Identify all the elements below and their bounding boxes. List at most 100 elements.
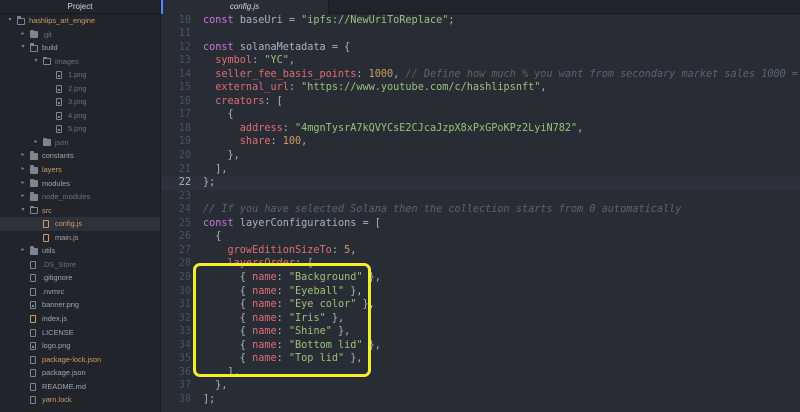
code-line[interactable]: 36 ],	[161, 366, 800, 380]
tree-item-label: .gitignore	[42, 273, 73, 283]
chevron-down-icon[interactable]: ▾	[6, 14, 14, 28]
folder-icon	[30, 246, 38, 255]
code-token: "https://www.youtube.com/c/hashlipsnft"	[301, 82, 541, 94]
code-token: ],	[203, 163, 228, 175]
tree-item[interactable]: ▾ images	[0, 55, 160, 69]
code-line[interactable]: 24 // If you have selected Solana then th…	[161, 203, 800, 217]
code-token: "Top lid"	[288, 353, 345, 365]
tree-item[interactable]: ▸ json	[0, 136, 160, 150]
code-token: },	[325, 312, 345, 324]
tree-item[interactable]: LICENSE	[0, 326, 160, 340]
code-line[interactable]: 38];	[161, 393, 800, 407]
code-line[interactable]: 29 { name: "Background" },	[161, 271, 800, 285]
code-line[interactable]: 17 {	[161, 108, 800, 122]
code-line[interactable]: 28 layersOrder: [	[161, 257, 800, 271]
code-line[interactable]: 33 { name: "Shine" },	[161, 325, 800, 339]
line-number: 26	[178, 231, 191, 243]
code-line[interactable]: 16 creators: [	[161, 95, 800, 109]
tree-item[interactable]: yarn.lock	[0, 393, 160, 407]
line-number: 13	[178, 55, 191, 67]
code-line[interactable]: 15 external_url: "https://www.youtube.co…	[161, 81, 800, 95]
chevron-down-icon[interactable]: ▾	[19, 41, 27, 55]
code-line[interactable]: 10 const baseUri = "ipfs://NewUriToReplac…	[161, 14, 800, 28]
chevron-right-icon[interactable]: ▸	[19, 177, 27, 191]
tree-item[interactable]: banner.png	[0, 298, 160, 312]
code-token: name	[252, 353, 277, 365]
tree-item[interactable]: ▾ src	[0, 204, 160, 218]
code-token: :	[276, 326, 289, 338]
code-line[interactable]: 35 { name: "Top lid" },	[161, 352, 800, 366]
tree-item[interactable]: ▸ constants	[0, 149, 160, 163]
code-line[interactable]: 22};	[161, 176, 800, 191]
code-line[interactable]: 30 { name: "Eyeball" },	[161, 285, 800, 299]
code-line[interactable]: 20 },	[161, 149, 800, 163]
chevron-right-icon[interactable]: ▸	[19, 244, 27, 258]
tree-item[interactable]: ▸ node_modules	[0, 190, 160, 204]
code-line[interactable]: 19 share: 100,	[161, 135, 800, 149]
code-line[interactable]: 34 { name: "Bottom lid" },	[161, 339, 800, 353]
code-line[interactable]: 18 address: "4mgnTysrA7kQVYCsE2CJcaJzpX8…	[161, 122, 800, 136]
code-line[interactable]: 32 { name: "Iris" },	[161, 312, 800, 326]
code-line[interactable]: 27 growEditionSizeTo: 5,	[161, 244, 800, 258]
code-token: const	[203, 217, 240, 229]
code-line[interactable]: 31 { name: "Eye color" },	[161, 298, 800, 312]
tree-item[interactable]: ▾ hashlips_art_engine	[0, 14, 160, 28]
code-token: ,	[393, 68, 406, 80]
tree-item[interactable]: .gitignore	[0, 271, 160, 285]
line-number: 34	[178, 339, 191, 351]
tree-item[interactable]: 3.png	[0, 95, 160, 109]
tree-item-label: main.js	[55, 232, 79, 242]
tree-item[interactable]: config.js	[0, 217, 160, 231]
tree-item[interactable]: main.js	[0, 231, 160, 245]
tree-item[interactable]: 1.png	[0, 68, 160, 82]
tree-item[interactable]: ▸ layers	[0, 163, 160, 177]
chevron-right-icon[interactable]: ▸	[19, 28, 27, 42]
tree-item[interactable]: .DS_Store	[0, 258, 160, 272]
code-line[interactable]: 13 symbol: "YC",	[161, 54, 800, 68]
code-text: layersOrder: [	[203, 257, 314, 271]
tree-item[interactable]: ▸ .git	[0, 28, 160, 42]
tree-item-label: node_modules	[42, 192, 91, 202]
code-line[interactable]: 25 const layerConfigurations = [	[161, 217, 800, 231]
tree-item-label: 1.png	[68, 70, 87, 80]
code-text: creators: [	[203, 95, 282, 109]
code-token: "Iris"	[288, 312, 326, 324]
code-editor[interactable]: 10 const baseUri = "ipfs://NewUriToReplac…	[161, 14, 800, 412]
tree-item[interactable]: ▸ utils	[0, 244, 160, 258]
code-line[interactable]: 23	[161, 190, 800, 204]
code-token: external_url	[203, 82, 289, 94]
code-line[interactable]: 26 {	[161, 230, 800, 244]
tree-item[interactable]: 5.png	[0, 122, 160, 136]
file-icon	[30, 287, 36, 296]
code-token: "Eye color"	[288, 299, 357, 311]
tree-item[interactable]: .nvmrc	[0, 285, 160, 299]
tab-config-js[interactable]: config.js	[161, 0, 329, 14]
tree-item[interactable]: package-lock.json	[0, 353, 160, 367]
code-line[interactable]: 37 },	[161, 379, 800, 393]
code-token: },	[203, 150, 240, 161]
tree-item[interactable]: package.json	[0, 366, 160, 380]
code-text: { name: "Shine" },	[203, 325, 350, 339]
chevron-down-icon[interactable]: ▾	[19, 204, 27, 218]
line-number: 37	[178, 380, 191, 392]
code-line[interactable]: 21 ],	[161, 163, 800, 177]
chevron-right-icon[interactable]: ▸	[19, 190, 27, 204]
image-file-icon	[56, 111, 62, 120]
line-number: 29	[178, 271, 191, 283]
chevron-right-icon[interactable]: ▸	[19, 163, 27, 177]
chevron-right-icon[interactable]: ▸	[32, 136, 40, 150]
tree-item[interactable]: 4.png	[0, 109, 160, 123]
tree-item[interactable]: 2.png	[0, 82, 160, 96]
code-line[interactable]: 12 const solanaMetadata = {	[161, 41, 800, 55]
tree-item[interactable]: README.md	[0, 380, 160, 394]
tree-item[interactable]: logo.png	[0, 339, 160, 353]
line-number: 19	[178, 136, 191, 148]
tree-item[interactable]: index.js	[0, 312, 160, 326]
chevron-right-icon[interactable]: ▸	[19, 149, 27, 163]
tree-item[interactable]: ▾ build	[0, 41, 160, 55]
code-line[interactable]: 11	[161, 27, 800, 41]
file-icon	[30, 369, 36, 378]
tree-item[interactable]: ▸ modules	[0, 177, 160, 191]
chevron-down-icon[interactable]: ▾	[32, 55, 40, 69]
code-line[interactable]: 14 seller_fee_basis_points: 1000, // Def…	[161, 68, 800, 82]
